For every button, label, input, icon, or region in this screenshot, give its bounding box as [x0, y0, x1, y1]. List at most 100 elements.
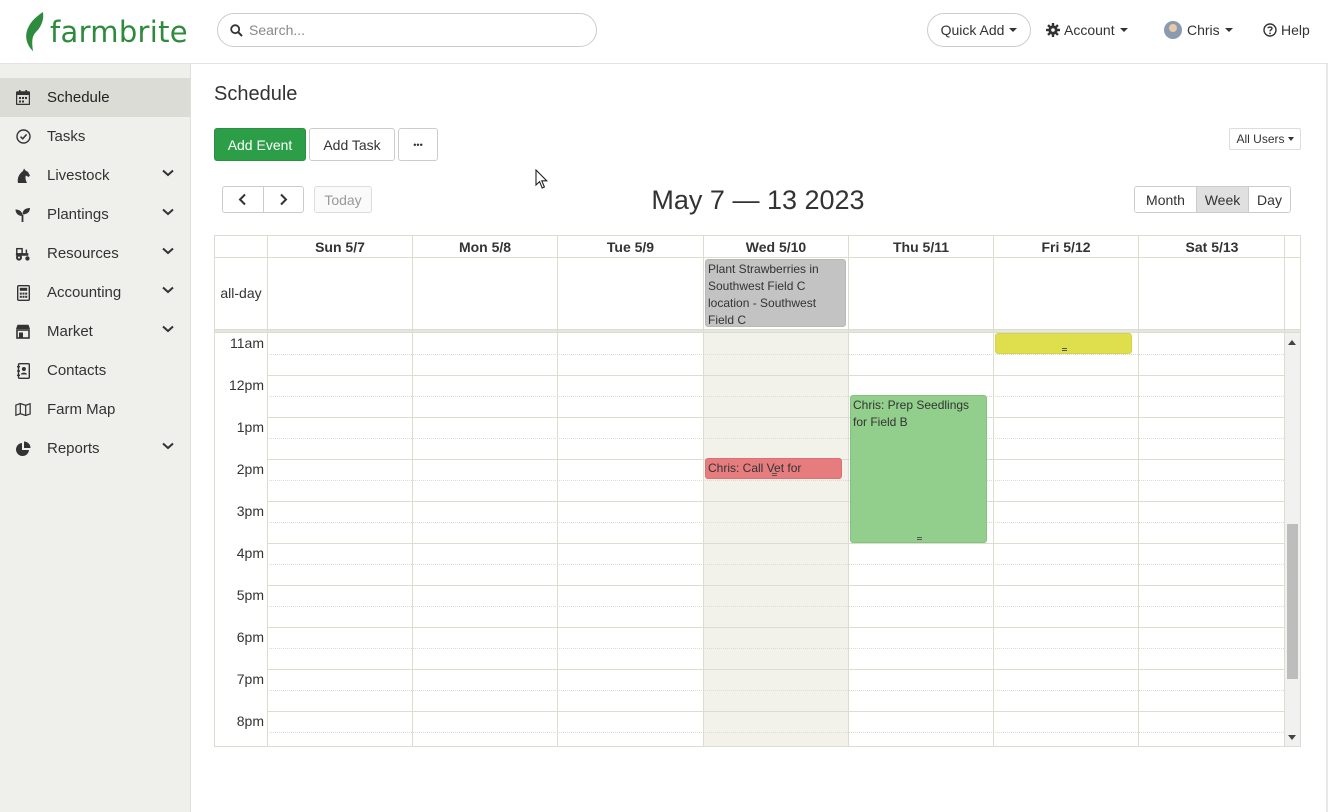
calendar-range-title: May 7 — 13 2023	[651, 185, 865, 215]
avatar	[1164, 21, 1182, 39]
resize-handle-icon[interactable]	[771, 473, 777, 476]
sidebar-item-label: Livestock	[47, 167, 110, 184]
sidebar-item-label: Plantings	[47, 206, 109, 223]
event-title: Chris: Call Vet for	[708, 461, 802, 475]
add-task-button[interactable]: Add Task	[309, 128, 395, 161]
resize-handle-icon[interactable]	[916, 537, 922, 540]
sidebar-item-plantings[interactable]: Plantings	[0, 195, 190, 234]
column-divider	[412, 257, 413, 746]
week-view-button[interactable]: Week	[1196, 187, 1248, 212]
half-hour-line	[267, 648, 1284, 649]
time-label: 3pm	[236, 503, 264, 519]
time-label: 12pm	[228, 377, 264, 393]
scroll-up-arrow-icon[interactable]	[1288, 340, 1296, 345]
event-plant-strawberries[interactable]: Plant Strawberries in Southwest Field C …	[705, 259, 846, 327]
column-divider	[703, 257, 704, 746]
chevron-down-icon	[162, 442, 174, 450]
sidebar-item-reports[interactable]: Reports	[0, 429, 190, 468]
day-header: Fri 5/12	[993, 236, 1138, 257]
caret-down-icon	[1224, 28, 1233, 32]
hour-line	[267, 543, 1284, 544]
sidebar-item-contacts[interactable]: Contacts	[0, 351, 190, 390]
time-label: 6pm	[236, 629, 264, 645]
more-options-button[interactable]: •••	[398, 128, 438, 161]
sidebar-item-label: Schedule	[47, 89, 110, 106]
event-call-vet[interactable]: Chris: Call Vet for	[705, 458, 842, 479]
sidebar: Schedule Tasks Livestock Plantings Resou…	[0, 64, 191, 812]
prev-week-button[interactable]	[223, 187, 263, 212]
scrollbar-thumb[interactable]	[1287, 524, 1298, 679]
next-week-button[interactable]	[262, 187, 303, 212]
add-event-button[interactable]: Add Event	[214, 128, 306, 161]
question-circle-icon	[1263, 23, 1277, 37]
half-hour-line	[267, 522, 1284, 523]
sidebar-item-livestock[interactable]: Livestock	[0, 156, 190, 195]
account-label: Account	[1064, 22, 1115, 38]
scroll-down-arrow-icon[interactable]	[1288, 735, 1296, 740]
half-hour-line	[267, 396, 1284, 397]
search-input[interactable]	[249, 22, 569, 38]
day-header: Thu 5/11	[848, 236, 993, 257]
month-view-button[interactable]: Month	[1135, 187, 1196, 212]
hour-line	[267, 585, 1284, 586]
calculator-icon	[15, 284, 31, 301]
caret-down-icon	[1287, 137, 1294, 141]
hour-line	[267, 501, 1284, 502]
event-title: Plant Strawberries in Southwest Field C …	[708, 262, 819, 327]
check-circle-icon	[15, 129, 31, 145]
page-title: Schedule	[214, 83, 298, 105]
time-label: 8pm	[236, 713, 264, 729]
tractor-icon	[15, 246, 31, 262]
sidebar-item-market[interactable]: Market	[0, 312, 190, 351]
sidebar-item-label: Reports	[47, 440, 100, 457]
all-day-label: all-day	[220, 285, 262, 301]
help-label: Help	[1281, 22, 1310, 38]
account-menu[interactable]: Account	[1046, 20, 1128, 40]
day-header: Mon 5/8	[412, 236, 557, 257]
farmbrite-logo[interactable]: farmbrite	[22, 10, 188, 54]
sidebar-item-farm-map[interactable]: Farm Map	[0, 390, 190, 429]
day-header: Sat 5/13	[1138, 236, 1285, 257]
sidebar-item-label: Tasks	[47, 128, 86, 145]
sidebar-item-accounting[interactable]: Accounting	[0, 273, 190, 312]
event-friday[interactable]	[995, 333, 1132, 354]
chevron-down-icon	[162, 286, 174, 294]
chevron-down-icon	[162, 208, 174, 216]
all-users-dropdown[interactable]: All Users	[1229, 128, 1301, 150]
sidebar-item-tasks[interactable]: Tasks	[0, 117, 190, 156]
caret-down-icon	[1119, 28, 1128, 32]
time-label: 7pm	[236, 671, 264, 687]
chevron-right-icon	[280, 193, 288, 206]
help-link[interactable]: Help	[1263, 20, 1310, 40]
gear-icon	[1046, 23, 1060, 37]
time-label: 1pm	[236, 419, 264, 435]
search-icon	[230, 23, 243, 37]
half-hour-line	[267, 690, 1284, 691]
sidebar-item-label: Accounting	[47, 284, 122, 301]
brand-name: farmbrite	[50, 15, 188, 49]
seedling-icon	[15, 207, 31, 223]
day-view-button[interactable]: Day	[1248, 187, 1290, 212]
half-hour-line	[267, 480, 1284, 481]
user-menu[interactable]: Chris	[1164, 20, 1233, 40]
half-hour-line	[267, 438, 1284, 439]
column-divider	[993, 257, 994, 746]
time-label: 4pm	[236, 545, 264, 561]
today-button[interactable]: Today	[314, 186, 372, 213]
hour-line	[267, 669, 1284, 670]
time-label: 11am	[230, 335, 264, 351]
quick-add-label: Quick Add	[940, 22, 1005, 38]
quick-add-dropdown[interactable]: Quick Add	[927, 13, 1031, 47]
caret-down-icon	[1009, 28, 1018, 32]
search-box[interactable]	[217, 13, 597, 47]
sidebar-item-resources[interactable]: Resources	[0, 234, 190, 273]
mouse-cursor-icon	[535, 169, 549, 189]
resize-handle-icon[interactable]	[1061, 348, 1067, 351]
view-switcher: Month Week Day	[1134, 186, 1291, 213]
sidebar-item-schedule[interactable]: Schedule	[0, 78, 190, 117]
half-hour-line	[267, 564, 1284, 565]
sidebar-item-label: Contacts	[47, 362, 107, 379]
chevron-down-icon	[162, 247, 174, 255]
event-prep-seedlings[interactable]: Chris: Prep Seedlings for Field B	[850, 395, 987, 543]
sidebar-item-label: Farm Map	[47, 401, 116, 418]
